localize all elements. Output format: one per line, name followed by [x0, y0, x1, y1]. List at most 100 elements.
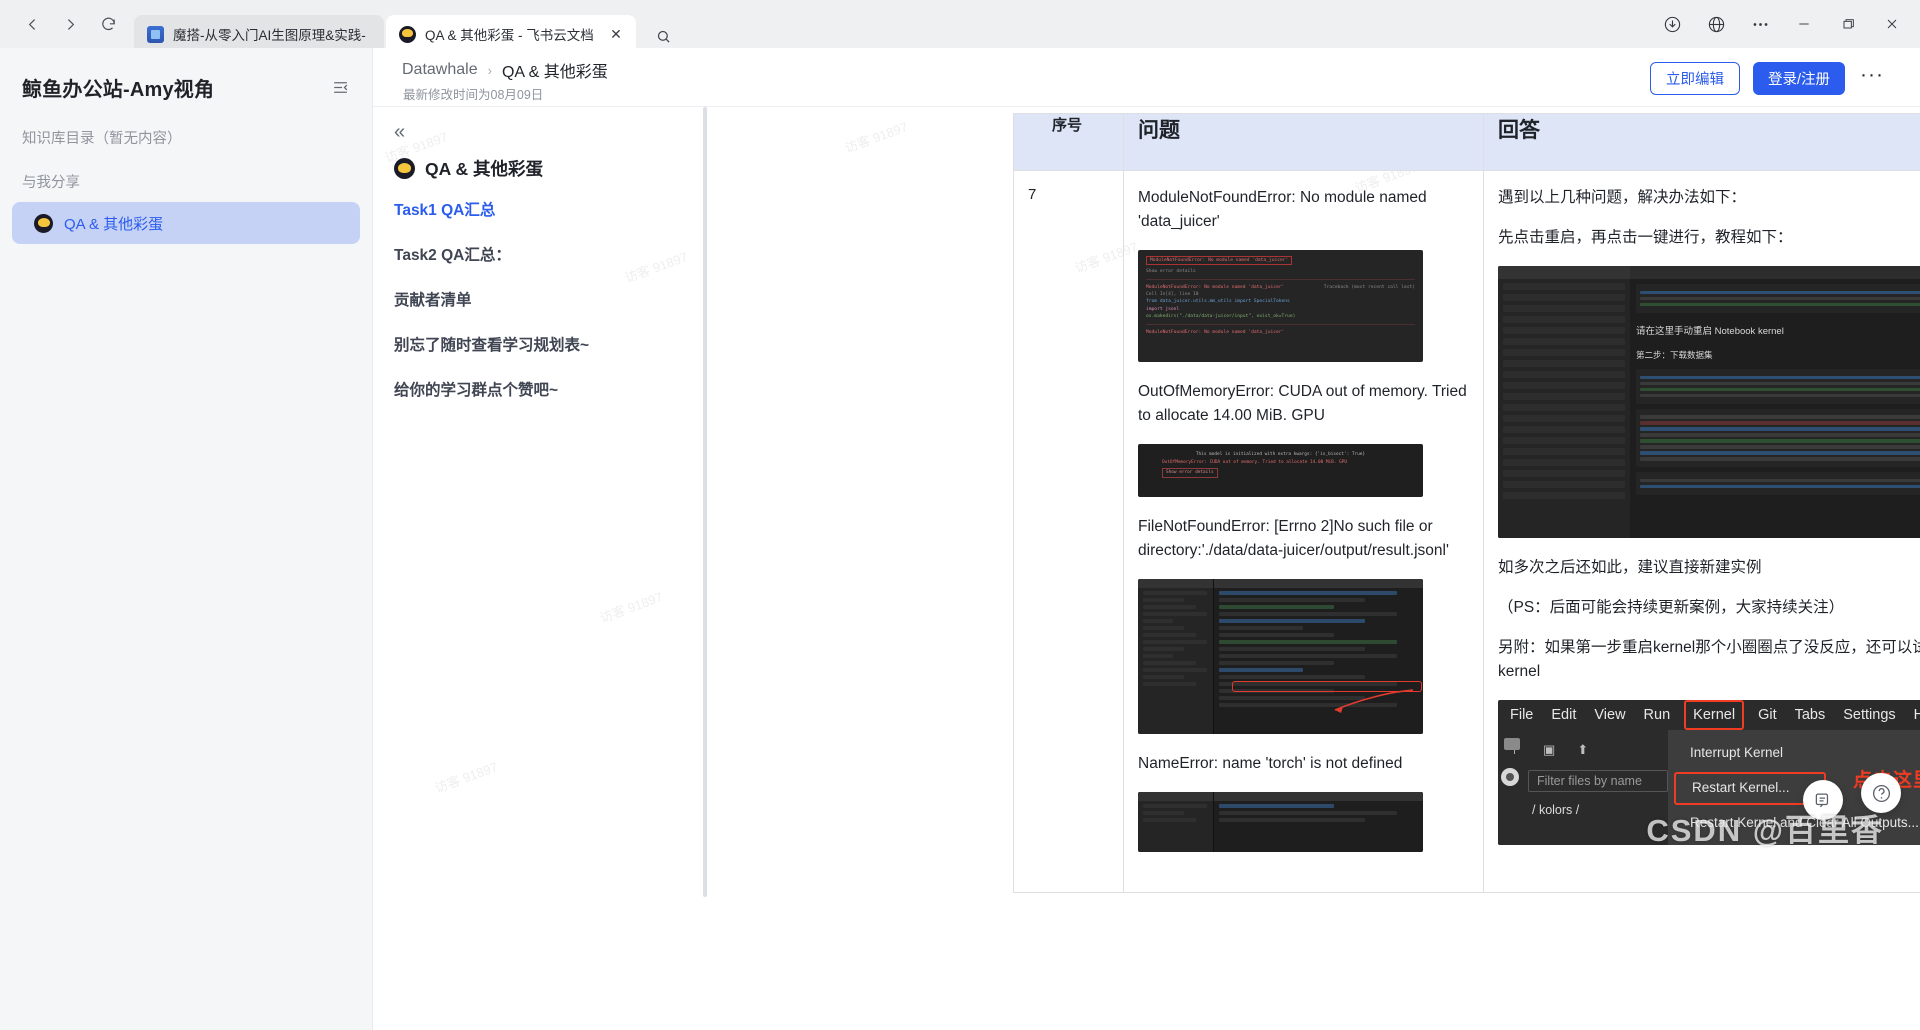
comment-icon[interactable]: [1803, 780, 1843, 820]
restart-notebook-kernel-screenshot: 请在这里手动重启 Notebook kernel 第二步：下载数据集: [1498, 266, 1920, 539]
minimize-button[interactable]: [1784, 6, 1824, 42]
document-area: Datawhale › QA & 其他彩蛋 最新修改时间为08月09日 立即编辑…: [373, 48, 1920, 1030]
jl-notebook-panel: [1214, 579, 1423, 735]
error-name-text: ModuleNotFoundError: No module named 'da…: [1146, 285, 1285, 291]
menu-item-view[interactable]: View: [1594, 704, 1625, 726]
outline-item-task1[interactable]: Task1 QA汇总: [387, 198, 681, 243]
outline-collapse-icon[interactable]: «: [387, 121, 681, 156]
last-modified-text: 最新修改时间为08月09日: [403, 88, 544, 102]
outline-item-task2[interactable]: Task2 QA汇总：: [387, 243, 681, 288]
outline-item-like-group[interactable]: 给你的学习群点个赞吧~: [387, 378, 681, 423]
column-header-answer: 回答: [1483, 113, 1920, 171]
jupyterlab-filenotfound-screenshot: [1138, 579, 1423, 735]
oom-line-2: OutOfMemoryError: CUDA out of memory. Tr…: [1162, 460, 1348, 466]
file-path-label: / kolors /: [1532, 803, 1580, 818]
close-icon[interactable]: ✕: [606, 24, 626, 44]
module-not-found-traceback-screenshot: ModuleNotFoundError: No module named 'da…: [1138, 250, 1423, 363]
app-shell: 鲸鱼办公站-Amy视角 知识库目录（暂无内容） 与我分享 QA & 其他彩蛋 D…: [0, 48, 1920, 1030]
menu-item-kernel[interactable]: Kernel: [1684, 700, 1745, 731]
menu-item-git[interactable]: Git: [1758, 704, 1777, 726]
document-outline: « QA & 其他彩蛋 Task1 QA汇总 Task2 QA汇总： 贡献者清单…: [373, 107, 703, 1030]
nameerror-torch-screenshot: [1138, 792, 1423, 853]
nb-file-browser: [1498, 266, 1630, 539]
more-options-icon[interactable]: ···: [1858, 64, 1890, 89]
breadcrumb-current: QA & 其他彩蛋: [501, 64, 608, 81]
cell-location-text: Cell In[4], line 10: [1146, 292, 1199, 298]
search-icon[interactable]: [648, 21, 678, 51]
feishu-doc-icon: [34, 213, 53, 233]
menu-item-run[interactable]: Run: [1644, 704, 1671, 726]
answer-text-intro: 遇到以上几种问题，解决办法如下：: [1498, 189, 1747, 206]
download-icon[interactable]: [1652, 6, 1692, 42]
reload-icon[interactable]: [90, 6, 126, 42]
menu-option-restart-run-selected[interactable]: Restart Kernel and Run up to Selected Ce…: [1668, 840, 1920, 845]
scrollbar-thumb[interactable]: [703, 107, 707, 897]
file-browser-toolbar: ＋ ▣ ⬆: [1506, 736, 1660, 770]
oom-line-1: This model is initialized with extra kwa…: [1195, 452, 1366, 458]
column-header-question: 问题: [1123, 113, 1484, 171]
answer-text-附: 另附：如果第一步重启kernel那个小圈圈点了没反应，还可以试试另一 resta…: [1498, 639, 1920, 681]
sidebar-section-shared-with-me: 与我分享: [22, 175, 80, 191]
traceback-text: Traceback (most recent call last): [1323, 285, 1415, 291]
feishu-favicon: [399, 25, 416, 43]
code-line-2-text: import jsonl: [1146, 306, 1180, 312]
answer-text-ps: （PS：后面可能会持续更新案例，大家持续关注）: [1498, 599, 1845, 617]
left-sidebar: 鲸鱼办公站-Amy视角 知识库目录（暂无内容） 与我分享 QA & 其他彩蛋: [0, 48, 373, 1030]
globe-icon[interactable]: [1696, 6, 1736, 42]
document-scrollbar[interactable]: [703, 107, 707, 1030]
menu-option-interrupt-kernel[interactable]: Interrupt Kernel: [1668, 737, 1920, 770]
window-controls: [1652, 6, 1920, 42]
code-line-3-text: os.makedirs("./data/data-juicer/input", …: [1146, 313, 1296, 319]
new-folder-icon[interactable]: ▣: [1543, 740, 1555, 760]
column-header-no: 序号: [1013, 113, 1124, 171]
edit-now-button[interactable]: 立即编辑: [1649, 62, 1740, 95]
bottom-spacer: [709, 1026, 1920, 1030]
menu-item-file[interactable]: File: [1510, 704, 1533, 726]
cuda-out-of-memory-screenshot: This model is initialized with extra kwa…: [1138, 444, 1423, 498]
more-horizontal-icon[interactable]: [1740, 6, 1780, 42]
maximize-button[interactable]: [1828, 6, 1868, 42]
filter-files-input[interactable]: Filter files by name: [1528, 770, 1668, 793]
nb-notebook-panel: 请在这里手动重启 Notebook kernel 第二步：下载数据集: [1630, 266, 1920, 539]
code-line-text: from data_juicer.utils.mm_utils import S…: [1146, 299, 1290, 305]
answer-text-new-instance: 如多次之后还如此，建议直接新建实例: [1498, 559, 1762, 577]
breadcrumb-root[interactable]: Datawhale: [402, 61, 478, 79]
tab-strip: 魔搭-从零入门AI生图原理&实践- QA & 其他彩蛋 - 飞书云文档 ✕: [126, 0, 678, 53]
answer-text-steps: 先点击重启，再点击一键进行，教程如下：: [1498, 229, 1793, 247]
oom-show-details: Show error details: [1162, 467, 1218, 479]
sidebar-section-knowledge-base: 知识库目录（暂无内容）: [22, 131, 182, 147]
feishu-doc-icon: [394, 158, 415, 179]
menu-item-tabs[interactable]: Tabs: [1795, 704, 1826, 726]
back-icon[interactable]: [14, 6, 50, 42]
jl-file-browser: [1138, 792, 1214, 853]
menu-item-edit[interactable]: Edit: [1551, 704, 1576, 726]
show-details-text: Show error details: [1146, 269, 1196, 275]
question-text-name-error: NameError: name 'torch' is not defined: [1138, 755, 1403, 773]
login-register-button[interactable]: 登录/注册: [1752, 62, 1846, 95]
workspace-title: 鲸鱼办公站-Amy视角: [22, 78, 215, 101]
sidebar-header: 鲸鱼办公站-Amy视角: [0, 48, 372, 110]
outline-item-contributors[interactable]: 贡献者清单: [387, 288, 681, 333]
question-circle-icon[interactable]: [1861, 773, 1901, 813]
tab-title: QA & 其他彩蛋 - 飞书云文档: [425, 28, 594, 43]
upload-icon[interactable]: ⬆: [1577, 740, 1588, 760]
cell-row-number: 7: [1013, 169, 1124, 894]
question-text-file-not-found: FileNotFoundError: [Errno 2]No such file…: [1138, 518, 1449, 560]
annotation-arrow-icon: [1334, 689, 1414, 714]
question-text-out-of-memory: OutOfMemoryError: CUDA out of memory. Tr…: [1138, 383, 1467, 425]
table-header-row: 序号 问题 回答: [1013, 113, 1920, 171]
jl-file-browser: [1138, 579, 1214, 735]
outline-title-label: QA & 其他彩蛋: [425, 159, 543, 179]
panel-collapse-icon[interactable]: [326, 73, 354, 101]
tab-title: 魔搭-从零入门AI生图原理&实践-: [173, 28, 366, 43]
menu-item-settings[interactable]: Settings: [1843, 704, 1895, 726]
cell-answer: 遇到以上几种问题，解决办法如下： 先点击重启，再点击一键进行，教程如下： 请在这…: [1483, 169, 1920, 894]
stop-kernel-icon[interactable]: [1501, 768, 1519, 787]
jupyter-menubar: File Edit View Run Kernel Git Tabs Setti…: [1498, 700, 1920, 731]
sidebar-item-qa-easter-eggs[interactable]: QA & 其他彩蛋: [12, 202, 360, 244]
outline-item-study-plan[interactable]: 别忘了随时查看学习规划表~: [387, 333, 681, 378]
menu-item-help[interactable]: Help: [1914, 704, 1920, 726]
close-window-button[interactable]: [1872, 6, 1912, 42]
sidebar-item-label: QA & 其他彩蛋: [64, 215, 164, 233]
forward-icon[interactable]: [52, 6, 88, 42]
